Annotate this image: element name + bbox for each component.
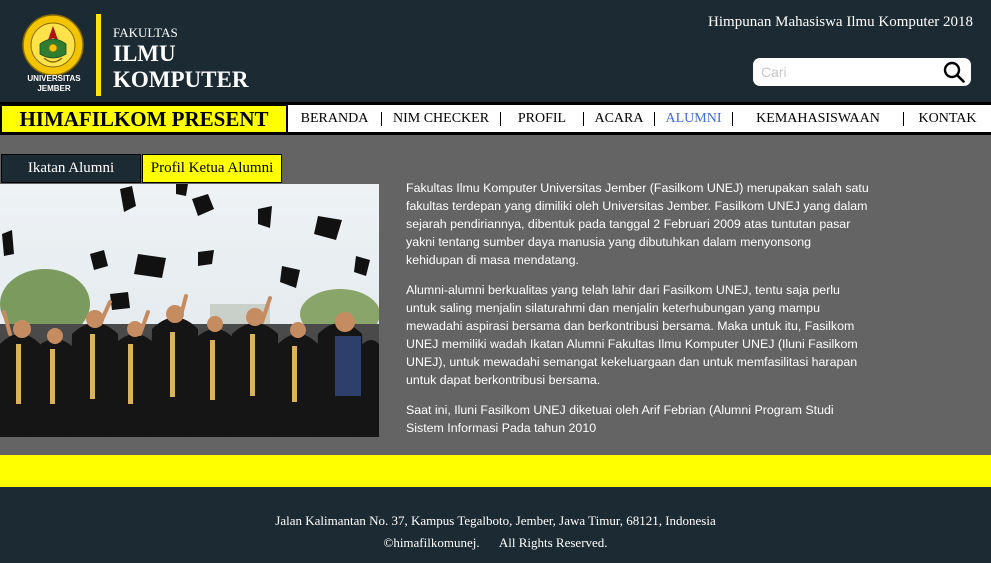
organization-title: Himpunan Mahasiswa Ilmu Komputer 2018 [708,14,973,30]
alumni-description: Fakultas Ilmu Komputer Universitas Jembe… [406,179,870,449]
nav-item-nim-checker[interactable]: NIM CHECKER [382,105,500,132]
faculty-name: ILMU KOMPUTER [113,41,248,93]
nav-item-profil[interactable]: PROFIL [501,105,583,132]
logo-caption-university: UNIVERSITAS [27,74,81,83]
alumni-section: Ikatan Alumni Profil Ketua Alumni Fakult… [0,135,991,455]
header-divider [96,14,101,96]
search-box [753,58,971,86]
nav-item-acara[interactable]: ACARA [584,105,654,132]
faculty-name-line1: ILMU [113,41,176,66]
nav-item-alumni[interactable]: ALUMNI [655,105,732,132]
nav-item-beranda[interactable]: BERANDA [288,105,381,132]
yellow-divider [0,455,991,487]
logo-caption: UNIVERSITAS JEMBER [16,74,92,94]
footer-rights: All Rights Reserved. [498,535,608,550]
university-logo-icon[interactable] [22,14,84,76]
footer-copyright: ©himafilkomunej. All Rights Reserved. [0,535,991,551]
footer-address: Jalan Kalimantan No. 37, Kampus Tegalbot… [275,513,716,528]
site-footer: Jalan Kalimantan No. 37, Kampus Tegalbot… [0,487,991,563]
search-input[interactable] [761,62,936,82]
paragraph-alumni: Alumni-alumni berkualitas yang telah lah… [406,283,858,387]
nav-item-kontak[interactable]: KONTAK [904,105,991,132]
nav-menu: BERANDA NIM CHECKER PROFIL ACARA ALUMNI … [288,105,991,132]
footer-handle[interactable]: ©himafilkomunej. [383,535,479,550]
search-icon[interactable] [943,61,965,83]
graduation-photo [0,184,379,437]
site-header: UNIVERSITAS JEMBER FAKULTAS ILMU KOMPUTE… [0,0,991,102]
faculty-label: FAKULTAS [113,25,178,40]
tab-profil-ketua-alumni[interactable]: Profil Ketua Alumni [142,154,282,183]
tab-ikatan-alumni[interactable]: Ikatan Alumni [1,154,141,183]
main-navbar: HIMAFILKOM PRESENT BERANDA NIM CHECKER P… [0,102,991,135]
paragraph-intro: Fakultas Ilmu Komputer Universitas Jembe… [406,181,869,267]
paragraph-chairman: Saat ini, Iluni Fasilkom UNEJ diketuai o… [406,403,834,435]
logo-caption-jember: JEMBER [37,84,71,93]
nav-item-kemahasiswaan[interactable]: KEMAHASISWAAN [733,105,903,132]
brand-title[interactable]: HIMAFILKOM PRESENT [0,104,288,134]
faculty-name-line2: KOMPUTER [113,67,249,92]
